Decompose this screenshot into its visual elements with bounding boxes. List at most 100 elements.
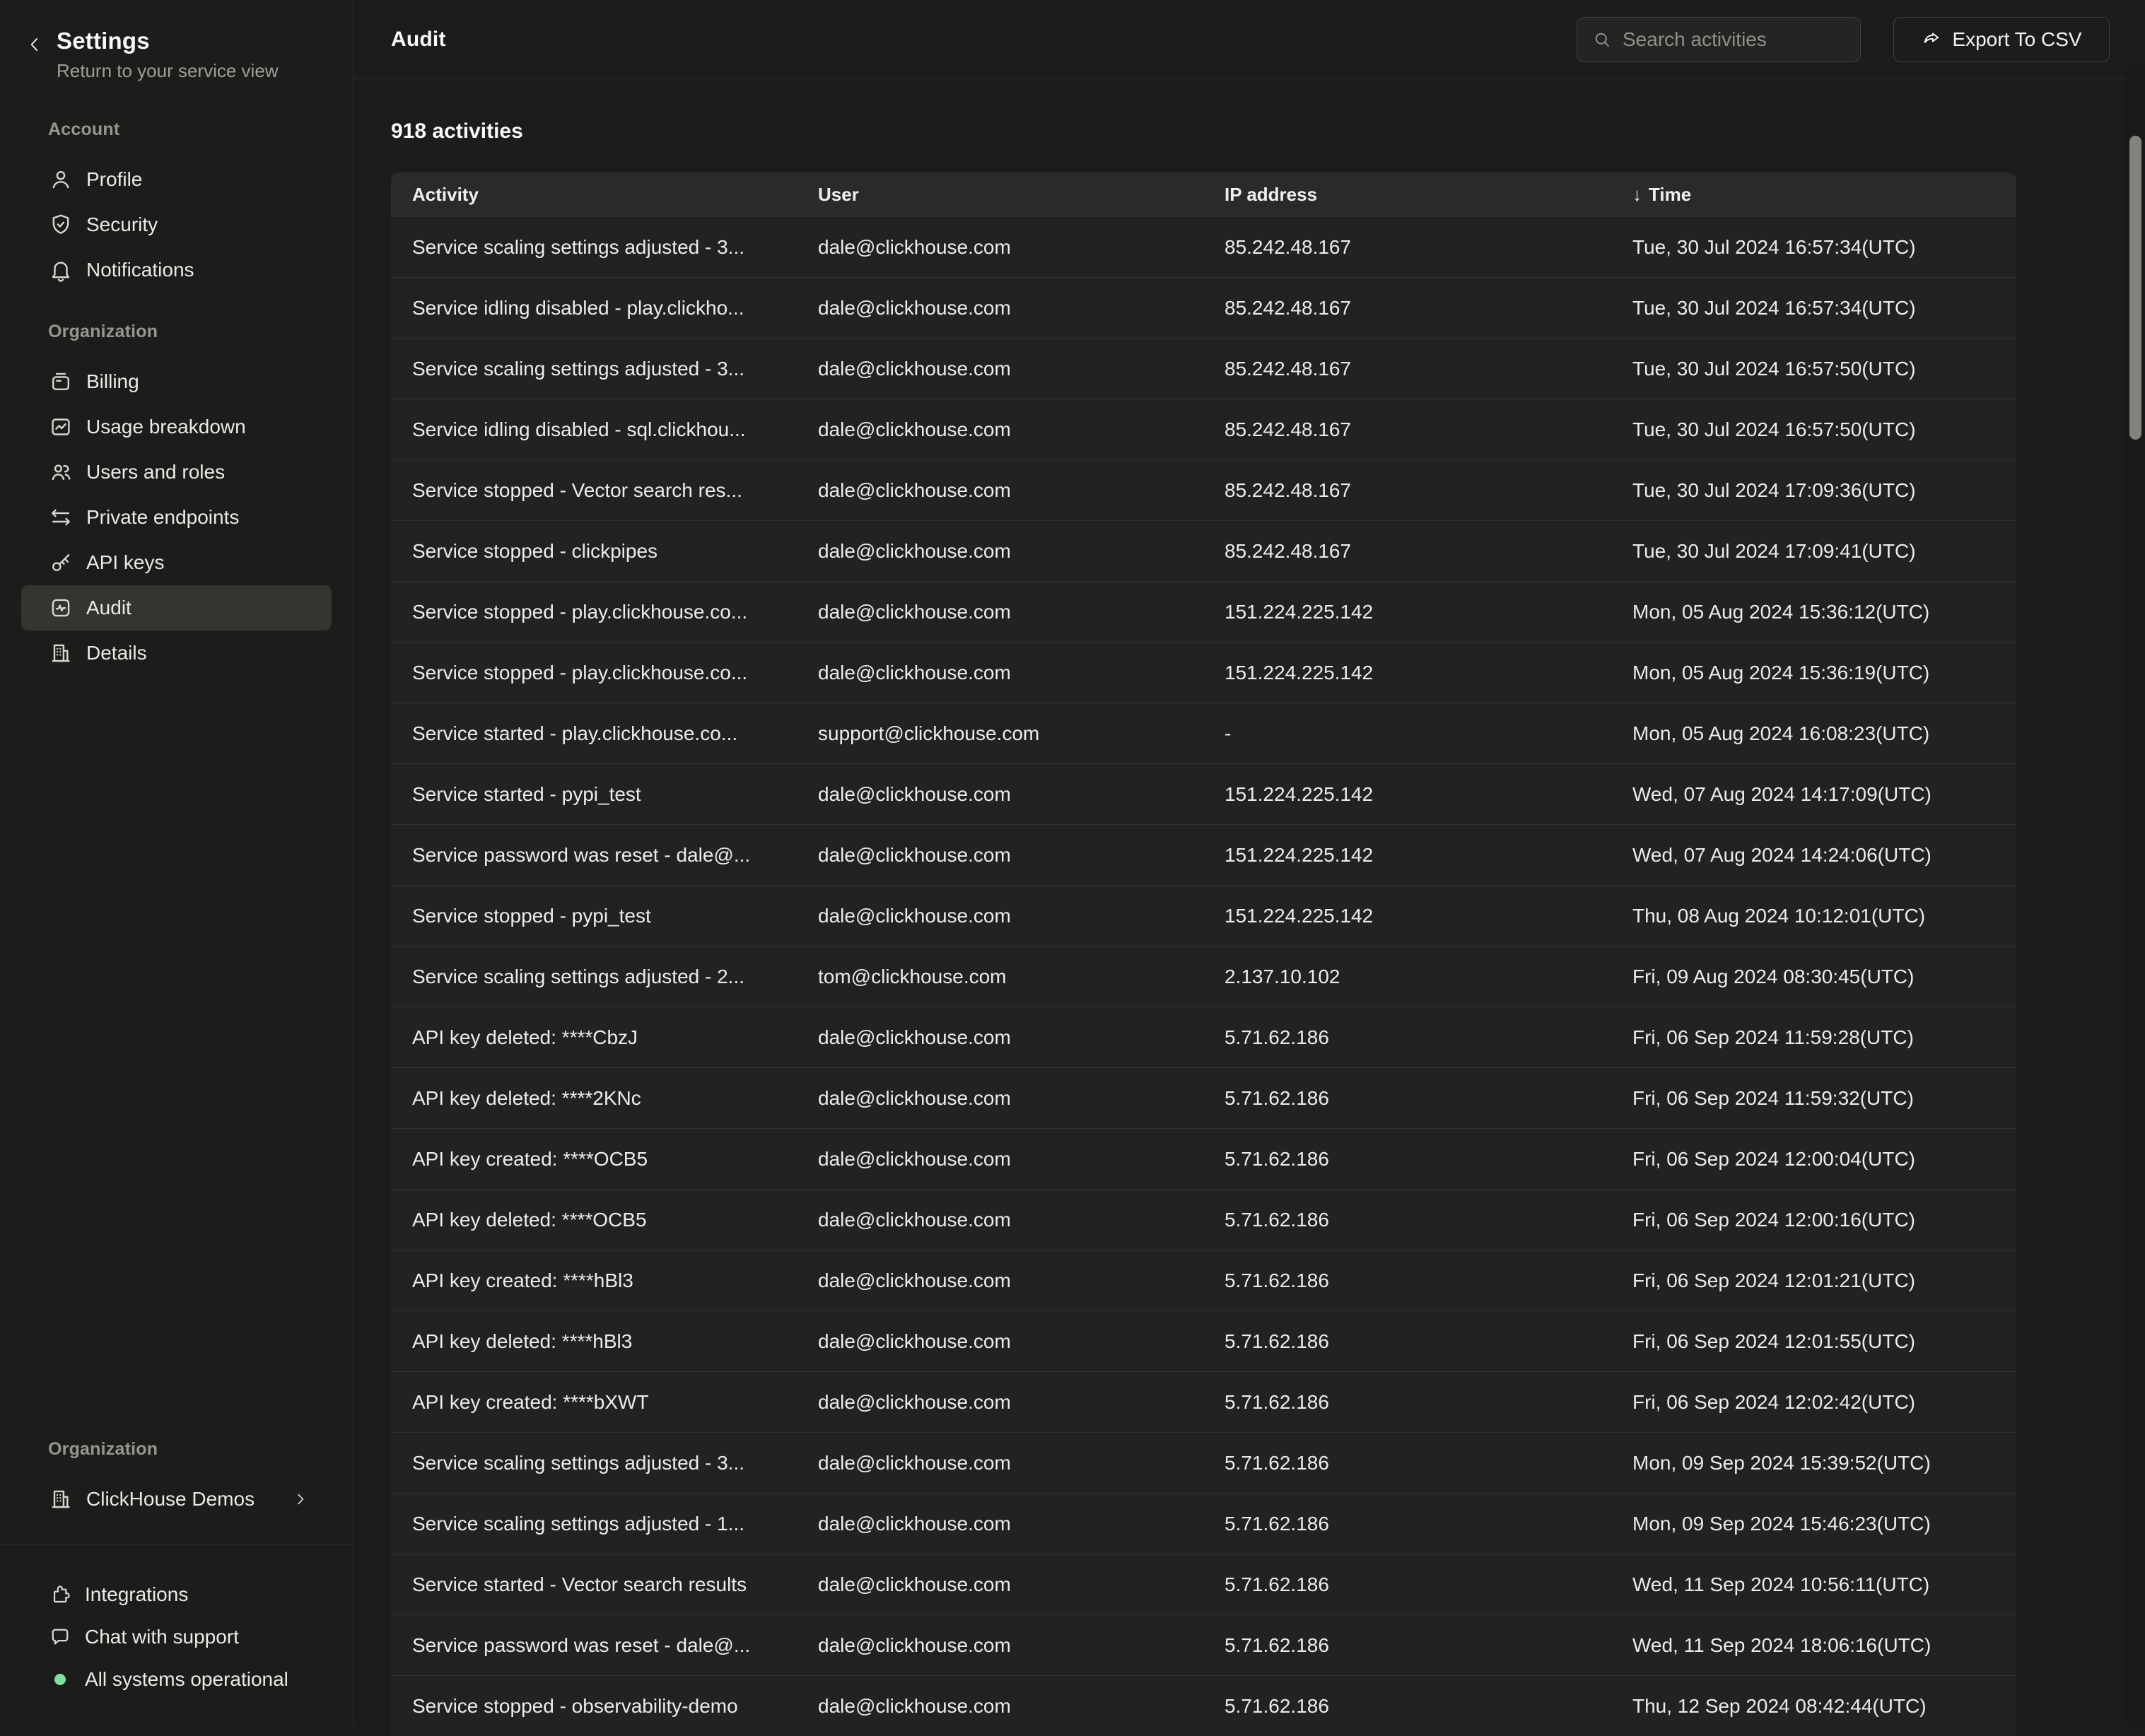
user-cell: dale@clickhouse.com	[818, 783, 1225, 806]
footer-item-chat-with-support[interactable]: Chat with support	[21, 1616, 332, 1658]
table-row[interactable]: API key created: ****bXWTdale@clickhouse…	[391, 1371, 2016, 1432]
user-cell: dale@clickhouse.com	[818, 905, 1225, 927]
sidebar-item-label: Billing	[86, 370, 139, 393]
activity-cell: Service password was reset - dale@...	[391, 844, 818, 867]
table-row[interactable]: Service stopped - clickpipesdale@clickho…	[391, 520, 2016, 581]
nav-section-organization: OrganizationBillingUsage breakdownUsers …	[0, 321, 353, 676]
audit-pulse-icon	[48, 595, 74, 621]
table-row[interactable]: Service scaling settings adjusted - 3...…	[391, 216, 2016, 277]
ip-address-cell: 151.224.225.142	[1225, 844, 1632, 867]
table-row[interactable]: API key created: ****OCB5dale@clickhouse…	[391, 1128, 2016, 1189]
sidebar-item-audit[interactable]: Audit	[21, 585, 332, 631]
sidebar-item-security[interactable]: Security	[21, 202, 332, 247]
usage-chart-icon	[48, 414, 74, 440]
table-row[interactable]: Service started - Vector search resultsd…	[391, 1554, 2016, 1614]
sidebar-item-profile[interactable]: Profile	[21, 157, 332, 202]
sidebar-item-usage-breakdown[interactable]: Usage breakdown	[21, 404, 332, 450]
table-row[interactable]: API key deleted: ****CbzJdale@clickhouse…	[391, 1007, 2016, 1067]
sidebar-item-label: Security	[86, 213, 158, 236]
table-row[interactable]: Service idling disabled - sql.clickhou..…	[391, 399, 2016, 459]
ip-address-cell: 5.71.62.186	[1225, 1209, 1632, 1231]
activity-cell: Service scaling settings adjusted - 2...	[391, 966, 818, 988]
table-row[interactable]: Service scaling settings adjusted - 2...…	[391, 946, 2016, 1007]
table-row[interactable]: Service password was reset - dale@...dal…	[391, 1614, 2016, 1675]
user-cell: dale@clickhouse.com	[818, 1269, 1225, 1292]
table-row[interactable]: Service started - pypi_testdale@clickhou…	[391, 763, 2016, 824]
footer-item-all-systems-operational[interactable]: All systems operational	[21, 1658, 332, 1701]
search-input[interactable]	[1623, 28, 1878, 51]
table-row[interactable]: Service stopped - pypi_testdale@clickhou…	[391, 885, 2016, 946]
export-to-csv-button[interactable]: Export To CSV	[1893, 17, 2110, 62]
back-chevron-icon[interactable]	[24, 34, 45, 55]
sidebar-item-api-keys[interactable]: API keys	[21, 540, 332, 585]
scrollbar-track[interactable]	[2125, 65, 2145, 1725]
activity-cell: Service stopped - pypi_test	[391, 905, 818, 927]
table-row[interactable]: Service scaling settings adjusted - 1...…	[391, 1493, 2016, 1554]
activity-cell: API key deleted: ****OCB5	[391, 1209, 818, 1231]
time-cell: Fri, 06 Sep 2024 11:59:32(UTC)	[1632, 1087, 2016, 1110]
table-row[interactable]: Service stopped - play.clickhouse.co...d…	[391, 581, 2016, 642]
table-header-row: ActivityUser IP address↓Time	[391, 172, 2016, 216]
table-row[interactable]: API key deleted: ****2KNcdale@clickhouse…	[391, 1067, 2016, 1128]
sidebar-subtitle[interactable]: Return to your service view	[57, 59, 279, 82]
time-cell: Wed, 11 Sep 2024 10:56:11(UTC)	[1632, 1573, 2016, 1596]
sidebar-item-notifications[interactable]: Notifications	[21, 247, 332, 293]
table-row[interactable]: Service stopped - observability-demodale…	[391, 1675, 2016, 1736]
scrollbar-thumb[interactable]	[2129, 136, 2141, 440]
sidebar-item-users-and-roles[interactable]: Users and roles	[21, 450, 332, 495]
table-row[interactable]: Service started - play.clickhouse.co...s…	[391, 703, 2016, 763]
chat-bubble-icon	[48, 1625, 72, 1649]
ip-address-cell: 5.71.62.186	[1225, 1026, 1632, 1049]
sort-descending-icon: ↓	[1632, 184, 1642, 206]
time-cell: Tue, 30 Jul 2024 17:09:41(UTC)	[1632, 540, 2016, 563]
time-cell: Fri, 06 Sep 2024 11:59:28(UTC)	[1632, 1026, 2016, 1049]
column-header-label: User	[818, 184, 859, 205]
ip-address-cell: 5.71.62.186	[1225, 1634, 1632, 1657]
table-row[interactable]: Service password was reset - dale@...dal…	[391, 824, 2016, 885]
user-cell: dale@clickhouse.com	[818, 1573, 1225, 1596]
org-switcher-clickhouse-demos[interactable]: ClickHouse Demos	[21, 1477, 332, 1522]
user-cell: dale@clickhouse.com	[818, 1634, 1225, 1657]
activity-cell: Service stopped - Vector search res...	[391, 479, 818, 502]
table-row[interactable]: Service idling disabled - play.clickho..…	[391, 277, 2016, 338]
search-box[interactable]	[1577, 17, 1861, 62]
table-row[interactable]: API key deleted: ****OCB5dale@clickhouse…	[391, 1189, 2016, 1250]
sidebar-item-details[interactable]: Details	[21, 631, 332, 676]
chevron-right-icon	[291, 1489, 310, 1509]
table-row[interactable]: Service stopped - Vector search res...da…	[391, 459, 2016, 520]
ip-address-cell: 5.71.62.186	[1225, 1330, 1632, 1353]
ip-address-cell: 151.224.225.142	[1225, 905, 1632, 927]
user-cell: dale@clickhouse.com	[818, 1452, 1225, 1474]
bell-icon	[48, 257, 74, 283]
activity-cell: Service password was reset - dale@...	[391, 1634, 818, 1657]
column-header-user[interactable]: User	[818, 184, 1225, 206]
sidebar-item-private-endpoints[interactable]: Private endpoints	[21, 495, 332, 540]
table-row[interactable]: API key created: ****hBl3dale@clickhouse…	[391, 1250, 2016, 1310]
table-row[interactable]: Service stopped - play.clickhouse.co...d…	[391, 642, 2016, 703]
user-cell: dale@clickhouse.com	[818, 1209, 1225, 1231]
time-cell: Mon, 05 Aug 2024 16:08:23(UTC)	[1632, 722, 2016, 745]
time-cell: Mon, 09 Sep 2024 15:39:52(UTC)	[1632, 1452, 2016, 1474]
user-cell: tom@clickhouse.com	[818, 966, 1225, 988]
sidebar-header: Settings Return to your service view	[0, 0, 353, 82]
column-header-time[interactable]: ↓Time	[1632, 184, 2016, 206]
user-cell: dale@clickhouse.com	[818, 1391, 1225, 1414]
main-header: Audit Export To CSV	[354, 0, 2145, 79]
activity-cell: Service scaling settings adjusted - 3...	[391, 358, 818, 380]
column-header-ip-address[interactable]: IP address	[1225, 184, 1632, 206]
table-row[interactable]: Service scaling settings adjusted - 3...…	[391, 338, 2016, 399]
main-panel: Audit Export To CSV 918 activities Activ…	[354, 0, 2145, 1725]
time-cell: Thu, 08 Aug 2024 10:12:01(UTC)	[1632, 905, 2016, 927]
user-cell: dale@clickhouse.com	[818, 358, 1225, 380]
column-header-activity[interactable]: Activity	[391, 184, 818, 206]
ip-address-cell: 151.224.225.142	[1225, 601, 1632, 623]
sidebar-item-billing[interactable]: Billing	[21, 359, 332, 404]
table-row[interactable]: Service scaling settings adjusted - 3...…	[391, 1432, 2016, 1493]
activity-cell: Service idling disabled - play.clickho..…	[391, 297, 818, 319]
user-cell: dale@clickhouse.com	[818, 540, 1225, 563]
ip-address-cell: 85.242.48.167	[1225, 418, 1632, 441]
table-row[interactable]: API key deleted: ****hBl3dale@clickhouse…	[391, 1310, 2016, 1371]
time-cell: Wed, 07 Aug 2024 14:24:06(UTC)	[1632, 844, 2016, 867]
footer-item-label: Chat with support	[85, 1626, 239, 1648]
footer-item-integrations[interactable]: Integrations	[21, 1573, 332, 1616]
